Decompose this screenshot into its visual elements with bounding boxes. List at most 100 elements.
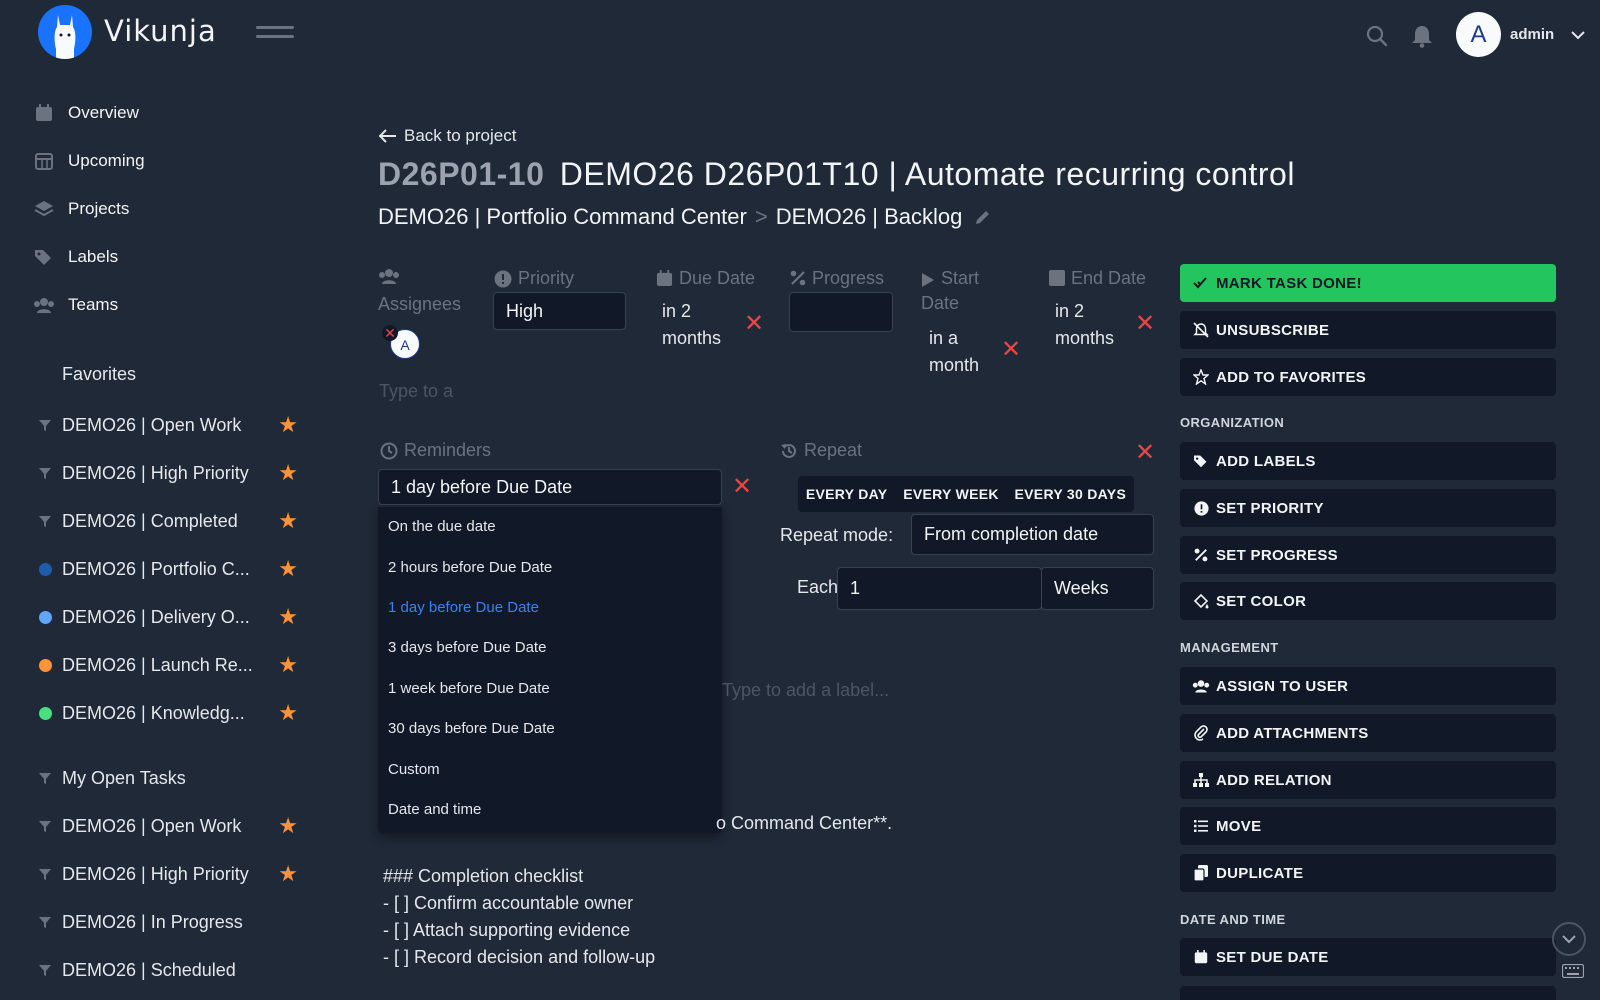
clear-due-date-icon[interactable]: ✕ — [744, 312, 764, 336]
breadcrumb-separator: > — [754, 204, 768, 229]
favorite-item[interactable]: DEMO26 | Portfolio C... ★ — [38, 555, 298, 583]
set-start-date-button[interactable] — [1180, 986, 1556, 1000]
star-icon[interactable]: ★ — [278, 460, 298, 486]
nav-projects[interactable]: Projects — [32, 194, 129, 224]
task-title[interactable]: D26P01-10 DEMO26 D26P01T10 | Automate re… — [378, 156, 1295, 193]
nav-teams[interactable]: Teams — [32, 290, 118, 320]
nav-upcoming[interactable]: Upcoming — [32, 146, 145, 176]
set-due-date-button[interactable]: SET DUE DATE — [1180, 938, 1556, 976]
star-icon[interactable]: ★ — [278, 652, 298, 678]
star-icon[interactable]: ★ — [278, 861, 298, 887]
repeat-amount-input[interactable]: 1 — [837, 567, 1042, 610]
label-search-input[interactable]: Type to add a label... — [722, 680, 889, 701]
every-week-button[interactable]: EVERY WEEK — [903, 486, 999, 502]
repeat-each-label: Each — [797, 577, 839, 597]
filter-item[interactable]: DEMO26 | Open Work ★ — [38, 812, 298, 840]
back-label: Back to project — [404, 126, 517, 145]
filter-item[interactable]: DEMO26 | Scheduled — [38, 956, 298, 984]
task-identifier: D26P01-10 — [378, 156, 545, 192]
repeat-heading: Repeat — [780, 440, 862, 461]
chevron-down-icon[interactable] — [1570, 30, 1586, 40]
clear-end-date-icon[interactable]: ✕ — [1135, 312, 1155, 336]
reminder-option[interactable]: Date and time — [388, 801, 481, 818]
reminder-select[interactable]: 1 day before Due Date — [378, 469, 722, 505]
filter-item[interactable]: DEMO26 | In Progress — [38, 908, 298, 936]
reminder-option[interactable]: 1 week before Due Date — [388, 680, 550, 697]
set-progress-button[interactable]: SET PROGRESS — [1180, 536, 1556, 574]
tags-icon — [1192, 454, 1210, 468]
search-icon[interactable] — [1365, 24, 1389, 48]
due-date-value[interactable]: in 2 months — [662, 298, 721, 352]
project-color-dot — [38, 706, 52, 720]
star-icon[interactable]: ★ — [278, 412, 298, 438]
user-name[interactable]: admin — [1510, 26, 1554, 43]
reminder-option[interactable]: On the due date — [388, 518, 496, 535]
remove-repeat-icon[interactable]: ✕ — [1135, 441, 1155, 465]
reminder-option[interactable]: 2 hours before Due Date — [388, 559, 552, 576]
bell-slash-icon — [1192, 322, 1210, 338]
clear-start-date-icon[interactable]: ✕ — [1001, 338, 1021, 362]
start-date-value[interactable]: in a month — [929, 325, 979, 379]
reminder-option[interactable]: Custom — [388, 761, 440, 778]
add-relation-button[interactable]: ADD RELATION — [1180, 761, 1556, 799]
assignee-search-input[interactable]: Type to a — [379, 381, 453, 402]
menu-toggle-icon[interactable] — [256, 26, 294, 46]
favorite-item[interactable]: DEMO26 | Completed ★ — [38, 507, 298, 535]
add-attachments-button[interactable]: ADD ATTACHMENTS — [1180, 714, 1556, 752]
favorite-item[interactable]: DEMO26 | Open Work ★ — [38, 411, 298, 439]
my-open-tasks[interactable]: My Open Tasks — [38, 764, 298, 792]
users-icon — [1192, 679, 1210, 693]
end-date-label: End Date — [1071, 268, 1147, 288]
set-priority-button[interactable]: SET PRIORITY — [1180, 489, 1556, 527]
move-button[interactable]: MOVE — [1180, 807, 1556, 845]
calendar-icon — [32, 104, 56, 122]
reminder-option[interactable]: 30 days before Due Date — [388, 720, 555, 737]
breadcrumb-project[interactable]: DEMO26 | Portfolio Command Center — [378, 204, 747, 230]
star-icon[interactable]: ★ — [278, 556, 298, 582]
pencil-icon[interactable] — [974, 208, 992, 226]
nav-label: Upcoming — [68, 151, 145, 170]
every-day-button[interactable]: EVERY DAY — [806, 486, 888, 502]
favorite-item[interactable]: DEMO26 | Knowledg... ★ — [38, 699, 298, 727]
breadcrumb-bucket[interactable]: DEMO26 | Backlog — [776, 204, 963, 230]
vikunja-logo[interactable] — [38, 5, 92, 59]
every-30-days-button[interactable]: EVERY 30 DAYS — [1015, 486, 1127, 502]
add-favorites-label: ADD TO FAVORITES — [1216, 368, 1367, 386]
repeat-unit-select[interactable]: Weeks — [1041, 567, 1154, 610]
move-label: MOVE — [1216, 817, 1262, 835]
repeat-mode-select[interactable]: From completion date — [911, 514, 1154, 555]
mark-done-button[interactable]: MARK TASK DONE! — [1180, 264, 1556, 302]
add-favorites-button[interactable]: ADD TO FAVORITES — [1180, 358, 1556, 396]
nav-labels[interactable]: Labels — [32, 242, 118, 272]
favorite-item[interactable]: DEMO26 | High Priority ★ — [38, 459, 298, 487]
nav-overview[interactable]: Overview — [32, 98, 139, 128]
reminder-option-selected[interactable]: 1 day before Due Date — [388, 599, 539, 616]
duplicate-button[interactable]: DUPLICATE — [1180, 854, 1556, 892]
bell-icon[interactable] — [1411, 24, 1433, 48]
star-icon[interactable]: ★ — [278, 813, 298, 839]
user-avatar[interactable]: A — [1456, 12, 1501, 57]
end-date-value[interactable]: in 2 months — [1055, 298, 1114, 352]
assign-user-button[interactable]: ASSIGN TO USER — [1180, 667, 1556, 705]
favorite-item[interactable]: DEMO26 | Launch Re... ★ — [38, 651, 298, 679]
remove-reminder-icon[interactable]: ✕ — [732, 475, 752, 499]
unsubscribe-button[interactable]: UNSUBSCRIBE — [1180, 311, 1556, 349]
priority-select[interactable]: High — [493, 292, 626, 330]
start-date-heading: Start Date — [921, 268, 979, 314]
keyboard-icon[interactable] — [1562, 964, 1584, 978]
star-icon[interactable]: ★ — [278, 700, 298, 726]
filter-item[interactable]: DEMO26 | High Priority ★ — [38, 860, 298, 888]
reminder-option[interactable]: 3 days before Due Date — [388, 639, 546, 656]
progress-select[interactable] — [789, 292, 893, 332]
back-to-project-link[interactable]: Back to project — [378, 126, 516, 146]
remove-assignee-icon[interactable]: ✕ — [382, 325, 398, 341]
star-icon[interactable]: ★ — [278, 604, 298, 630]
description-line: o Command Center**. — [716, 813, 893, 833]
set-color-button[interactable]: SET COLOR — [1180, 582, 1556, 620]
due-date-line: months — [662, 328, 722, 348]
add-labels-button[interactable]: ADD LABELS — [1180, 442, 1556, 480]
scroll-down-button[interactable] — [1552, 922, 1586, 956]
repeat-label: Repeat — [804, 440, 863, 460]
star-icon[interactable]: ★ — [278, 508, 298, 534]
favorite-item[interactable]: DEMO26 | Delivery O... ★ — [38, 603, 298, 631]
